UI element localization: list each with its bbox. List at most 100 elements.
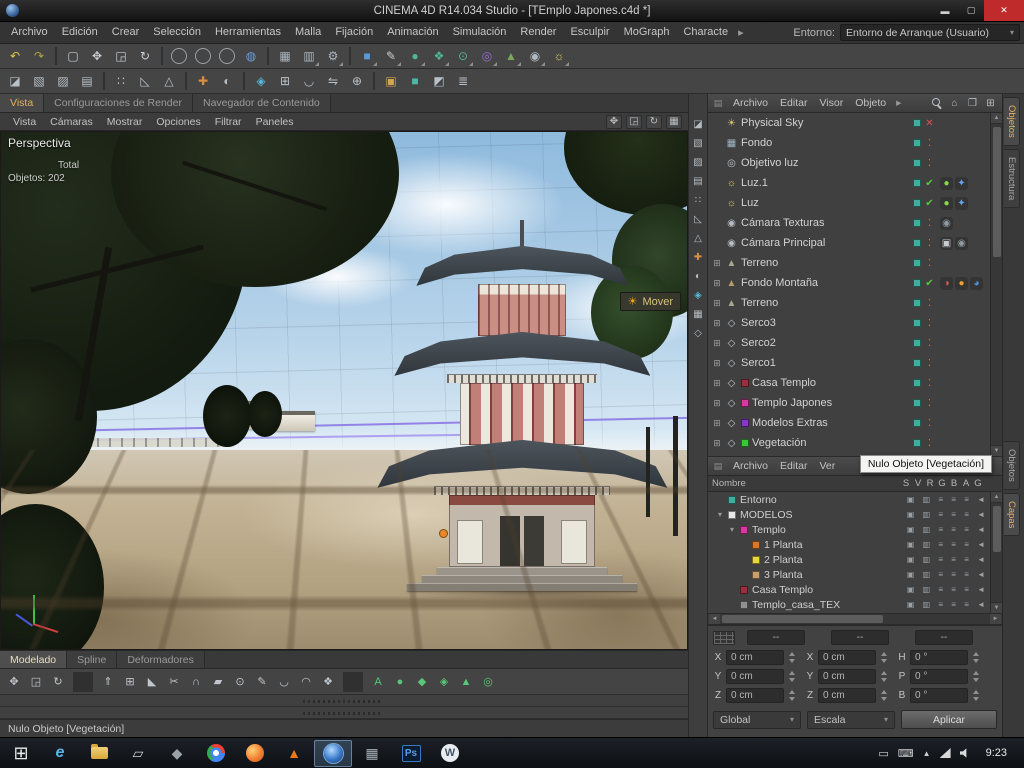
add-deformer-icon[interactable]: ◎ (476, 45, 498, 67)
search-icon[interactable] (929, 96, 944, 110)
layer-color-chip[interactable] (740, 525, 748, 534)
object-name[interactable]: Terreno (741, 257, 778, 269)
panel-grip-icon[interactable]: ▤ (712, 460, 724, 472)
workplane-mode-icon[interactable]: ▤ (690, 173, 706, 189)
edge-snap-icon[interactable]: ◈ (434, 672, 454, 692)
menu-overflow-icon[interactable]: ▸ (735, 26, 747, 39)
menu-overflow-icon[interactable]: ▸ (893, 97, 904, 109)
object-row[interactable]: ⊞ ◇ Modelos Extras ⁚ (708, 413, 990, 433)
content-browser-icon[interactable]: ▣ (380, 70, 402, 92)
visibility-toggle[interactable]: ⁚ (924, 258, 935, 269)
layer-row[interactable]: Entorno ▣ ▥ ≡ ≡ ≡ ◄ (708, 492, 990, 507)
layer-chip[interactable] (913, 379, 921, 387)
object-row[interactable]: ⊞ ◇ Serco3 ⁚ (708, 313, 990, 333)
object-row[interactable]: ⊞ ◇ Serco1 ⁚ (708, 353, 990, 373)
polygons-mode-icon[interactable]: △ (158, 70, 180, 92)
expand-toggle[interactable]: ⊞ (712, 358, 722, 369)
visibility-toggle[interactable]: ✔ (924, 178, 935, 189)
position-field[interactable]: 0 cm (726, 650, 784, 665)
rotate-icon[interactable]: ↻ (134, 45, 156, 67)
layer-name[interactable]: 3 Planta (764, 569, 803, 581)
object-row[interactable]: ⊞ ◇ Templo Japones ⁚ (708, 393, 990, 413)
visibility-toggle[interactable]: ⁚ (924, 238, 935, 249)
object-name[interactable]: Luz (741, 197, 759, 209)
add-cube-icon[interactable]: ■ (356, 45, 378, 67)
bevel-icon[interactable]: ◣ (142, 672, 162, 692)
coords-header-field[interactable]: -- (915, 630, 973, 645)
expand-toggle[interactable]: ⊞ (712, 418, 722, 429)
visibility-toggle[interactable]: ⁚ (924, 298, 935, 309)
object-name[interactable]: Modelos Extras (752, 417, 828, 429)
objects-palette-icon[interactable]: ■ (404, 70, 426, 92)
layer-toggles[interactable]: ▣ ▥ ≡ ≡ ≡ ◄ (907, 540, 990, 549)
rotation-field[interactable]: 0 ° (910, 650, 968, 665)
guide-snap-icon[interactable]: ◎ (478, 672, 498, 692)
object-tag[interactable]: ● (940, 196, 953, 210)
layer-color-chip[interactable] (740, 600, 748, 609)
viewport-menu-item[interactable]: Mostrar (100, 116, 150, 128)
viewport-solo-icon[interactable]: ◐ (690, 268, 706, 284)
coords-header-field[interactable]: -- (831, 630, 889, 645)
snap-icon[interactable]: ◈ (690, 287, 706, 303)
object-row[interactable]: ☼ Luz ✔ ● ✦ (708, 193, 990, 213)
entorno-select[interactable]: Entorno de Arranque (Usuario) ▾ (840, 24, 1020, 41)
layer-list-scrollbar[interactable]: ▲ ▼ (990, 492, 1002, 613)
layer-color-chip[interactable] (752, 555, 760, 564)
visibility-toggle[interactable]: ✔ (924, 198, 935, 209)
expand-toggle[interactable]: ⊞ (712, 318, 722, 329)
expand-toggle[interactable]: ⊞ (712, 338, 722, 349)
layer-chip[interactable] (913, 339, 921, 347)
layer-chip[interactable] (913, 179, 921, 187)
object-name[interactable]: Objetivo luz (741, 157, 798, 169)
magnet-tool-icon[interactable]: ◡ (274, 672, 294, 692)
object-tag[interactable]: ● (955, 276, 968, 290)
render-picture-viewer-icon[interactable]: ▥ (298, 45, 320, 67)
visibility-toggle[interactable]: ⁚ (924, 398, 935, 409)
weld-icon[interactable]: ⊙ (230, 672, 250, 692)
layer-toggles[interactable]: ▣ ▥ ≡ ≡ ≡ ◄ (907, 525, 990, 534)
stepper[interactable] (971, 650, 980, 665)
expand-toggle[interactable]: ⊞ (712, 438, 722, 449)
object-row[interactable]: ◉ Cámara Texturas ⁚ ◉ (708, 213, 990, 233)
layer-color-chip[interactable] (741, 399, 749, 407)
volume-icon[interactable] (959, 748, 967, 758)
enable-axis-icon[interactable]: ✚ (192, 70, 214, 92)
lock-x-axis-icon[interactable]: X (168, 45, 190, 67)
layer-chip[interactable] (913, 279, 921, 287)
compare-view-icon[interactable]: ❐ (965, 96, 980, 110)
layer-name[interactable]: Templo (752, 524, 786, 536)
layer-name[interactable]: Templo_casa_TEX (752, 599, 840, 611)
coordinate-system-icon[interactable]: ◍ (240, 45, 262, 67)
layer-color-chip[interactable] (752, 570, 760, 579)
scrollbar-thumb[interactable] (992, 506, 1001, 552)
points-mode-icon[interactable]: ∷ (690, 192, 706, 208)
render-view-icon[interactable]: ▦ (274, 45, 296, 67)
layout-tab[interactable]: Vista (0, 94, 45, 112)
viewport-menu-item[interactable]: Vista (6, 116, 43, 128)
position-field[interactable]: 0 cm (726, 688, 784, 703)
expand-toggle[interactable]: ▾ (716, 510, 724, 519)
mirror-icon[interactable]: ⇋ (322, 70, 344, 92)
wordpress-icon[interactable]: W (431, 740, 469, 767)
scroll-down-icon[interactable]: ▼ (991, 445, 1002, 456)
panel-grip-icon[interactable]: ▤ (712, 97, 724, 109)
expand-toggle[interactable]: ⊞ (712, 278, 722, 289)
object-manager-menu-item[interactable]: Editar (774, 97, 813, 109)
menu-item[interactable]: Herramientas (208, 22, 288, 43)
move-icon[interactable]: ✥ (86, 45, 108, 67)
visibility-toggle[interactable]: ✕ (924, 118, 935, 129)
layer-manager-menu-item[interactable]: Editar (774, 460, 813, 472)
object-name[interactable]: Serco2 (741, 337, 776, 349)
enable-snap-icon[interactable]: ◈ (250, 70, 272, 92)
ie-icon[interactable]: e (41, 740, 79, 767)
object-name[interactable]: Fondo Montaña (741, 277, 818, 289)
texture-mode-icon[interactable]: ▨ (52, 70, 74, 92)
layers-palette-icon[interactable]: ≣ (452, 70, 474, 92)
visibility-toggle[interactable]: ⁚ (924, 358, 935, 369)
scroll-left-icon[interactable]: ◄ (709, 614, 720, 624)
array-tool-icon[interactable]: ❖ (318, 672, 338, 692)
visibility-toggle[interactable]: ⁚ (924, 138, 935, 149)
coords-grid-icon[interactable] (713, 630, 735, 645)
layer-name[interactable]: 1 Planta (764, 539, 803, 551)
position-field[interactable]: 0 cm (726, 669, 784, 684)
